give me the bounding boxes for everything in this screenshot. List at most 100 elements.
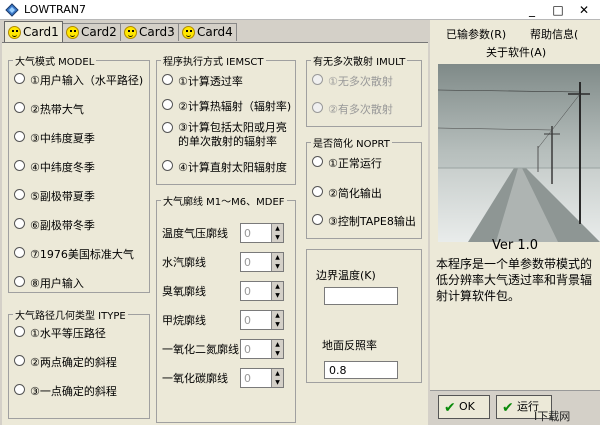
radio-icon — [162, 99, 173, 110]
radio-icon — [312, 214, 323, 225]
spin-up-icon[interactable]: ▲ — [272, 224, 283, 233]
radio-icon — [312, 102, 323, 113]
mdef-row-methane: 甲烷廓线 0 ▲ ▼ — [162, 310, 284, 330]
mdef-row-co: 一氧化碳廓线 0 ▲ ▼ — [162, 368, 284, 388]
model-group-title: 大气模式 MODEL — [15, 57, 95, 68]
radio-icon — [14, 218, 25, 229]
card-tabs: Card1 Card2 Card3 Card4 — [0, 20, 430, 42]
n2o-stepper[interactable]: 0 ▲ ▼ — [240, 339, 284, 359]
model-option-7[interactable]: ⑦1976美国标准大气 — [14, 246, 134, 262]
radio-icon — [14, 189, 25, 200]
tab-about[interactable]: 关于软件(A) — [486, 44, 546, 60]
spin-up-icon[interactable]: ▲ — [272, 369, 283, 378]
spin-down-icon[interactable]: ▼ — [272, 378, 283, 387]
radio-icon — [14, 102, 25, 113]
imult-option-2[interactable]: ②有多次散射 — [312, 101, 393, 117]
iemsct-option-1[interactable]: ①计算透过率 — [162, 73, 243, 89]
spin-down-icon[interactable]: ▼ — [272, 233, 283, 242]
ok-button[interactable]: ✔ OK — [438, 395, 490, 419]
spin-down-icon[interactable]: ▼ — [272, 320, 283, 329]
imult-option-1[interactable]: ①无多次散射 — [312, 73, 393, 89]
spin-down-icon[interactable]: ▼ — [272, 291, 283, 300]
spin-up-icon[interactable]: ▲ — [272, 340, 283, 349]
tab-card4[interactable]: Card4 — [178, 23, 237, 41]
site-watermark: I下载网 — [534, 410, 571, 423]
boundary-temp-input[interactable] — [324, 287, 398, 305]
radio-icon — [14, 326, 25, 337]
albedo-label: 地面反照率 — [322, 339, 377, 352]
model-option-6[interactable]: ⑥副极带冬季 — [14, 217, 95, 233]
radio-icon — [14, 247, 25, 258]
iemsct-option-2[interactable]: ②计算热辐射（辐射率) — [162, 98, 291, 114]
radio-icon — [312, 74, 323, 85]
noprt-option-2[interactable]: ②简化输出 — [312, 185, 382, 201]
itype-option-1[interactable]: ①水平等压路径 — [14, 325, 106, 341]
radio-icon — [14, 73, 25, 84]
boundary-temp-label: 边界温度(K) — [316, 269, 376, 282]
temp-pressure-stepper[interactable]: 0 ▲ ▼ — [240, 223, 284, 243]
model-option-2[interactable]: ②热带大气 — [14, 101, 84, 117]
model-option-4[interactable]: ④中纬度冬季 — [14, 159, 95, 175]
radio-icon — [162, 160, 173, 171]
spin-up-icon[interactable]: ▲ — [272, 253, 283, 262]
radio-icon — [162, 122, 173, 133]
methane-stepper[interactable]: 0 ▲ ▼ — [240, 310, 284, 330]
smiley-icon — [66, 26, 79, 39]
tab-help-info[interactable]: 帮助信息( — [530, 26, 578, 42]
radio-icon — [14, 276, 25, 287]
smiley-icon — [124, 26, 137, 39]
iemsct-group-title: 程序执行方式 IEMSCT — [163, 57, 264, 68]
maximize-button[interactable]: □ — [546, 1, 570, 19]
albedo-input[interactable]: 0.8 — [324, 361, 398, 379]
radio-icon — [162, 74, 173, 85]
mdef-row-temp-pressure: 温度气压廓线 0 ▲ ▼ — [162, 223, 284, 243]
radio-icon — [14, 160, 25, 171]
noprt-group-title: 是否简化 NOPRT — [313, 139, 390, 150]
iemsct-option-4[interactable]: ④计算直射太阳辐射度 — [162, 159, 287, 175]
smiley-icon — [8, 26, 21, 39]
mdef-group-title: 大气廓线 M1～M6、MDEF — [163, 197, 285, 208]
check-icon: ✔ — [444, 400, 456, 416]
title-bar: LOWTRAN7 _ □ ✕ — [0, 0, 600, 20]
spin-up-icon[interactable]: ▲ — [272, 311, 283, 320]
itype-option-3[interactable]: ③一点确定的斜程 — [14, 383, 117, 399]
water-vapor-stepper[interactable]: 0 ▲ ▼ — [240, 252, 284, 272]
iemsct-option-3[interactable]: ③计算包括太阳或月亮的单次散射的辐射率 — [162, 121, 290, 149]
model-option-8[interactable]: ⑧用户输入 — [14, 275, 84, 291]
mdef-row-water-vapor: 水汽廓线 0 ▲ ▼ — [162, 252, 284, 272]
tab-entered-params[interactable]: 已输参数(R) — [446, 26, 506, 42]
radio-icon — [312, 156, 323, 167]
itype-group-title: 大气路径几何类型 ITYPE — [15, 311, 126, 322]
action-bar: ✔ OK ✔ 运行 — [430, 390, 600, 425]
software-description: 本程序是一个单参数带模式的低分辨率大气透过率和背景辐射计算软件包。 — [436, 257, 593, 303]
radio-icon — [14, 131, 25, 142]
tab-card3[interactable]: Card3 — [120, 23, 179, 41]
minimize-button[interactable]: _ — [520, 1, 544, 19]
app-icon — [5, 3, 19, 17]
check-icon: ✔ — [502, 400, 514, 416]
model-option-5[interactable]: ⑤副极带夏季 — [14, 188, 95, 204]
imult-group-title: 有无多次散射 IMULT — [313, 57, 406, 68]
model-option-3[interactable]: ③中纬度夏季 — [14, 130, 95, 146]
close-button[interactable]: ✕ — [572, 1, 596, 19]
version-label: Ver 1.0 — [491, 238, 539, 253]
window-title: LOWTRAN7 — [24, 3, 86, 16]
radio-icon — [14, 384, 25, 395]
ozone-stepper[interactable]: 0 ▲ ▼ — [240, 281, 284, 301]
mdef-row-ozone: 臭氧廓线 0 ▲ ▼ — [162, 281, 284, 301]
spin-down-icon[interactable]: ▼ — [272, 349, 283, 358]
info-pane: 已输参数(R) 帮助信息( 关于软件(A) Ver 1.0 本程序是一个单参数带… — [430, 20, 600, 425]
card1-panel: 大气模式 MODEL ①用户输入（水平路径) ②热带大气 ③中纬度夏季 ④中纬度… — [2, 42, 428, 425]
radio-icon — [312, 186, 323, 197]
noprt-option-1[interactable]: ①正常运行 — [312, 155, 382, 171]
noprt-option-3[interactable]: ③控制TAPE8输出 — [312, 213, 416, 229]
itype-option-2[interactable]: ②两点确定的斜程 — [14, 354, 117, 370]
spin-down-icon[interactable]: ▼ — [272, 262, 283, 271]
radio-icon — [14, 355, 25, 366]
tab-card1[interactable]: Card1 — [4, 21, 63, 42]
model-option-1[interactable]: ①用户输入（水平路径) — [14, 72, 143, 88]
mdef-row-n2o: 一氧化二氮廓线 0 ▲ ▼ — [162, 339, 284, 359]
spin-up-icon[interactable]: ▲ — [272, 282, 283, 291]
tab-card2[interactable]: Card2 — [62, 23, 121, 41]
co-stepper[interactable]: 0 ▲ ▼ — [240, 368, 284, 388]
